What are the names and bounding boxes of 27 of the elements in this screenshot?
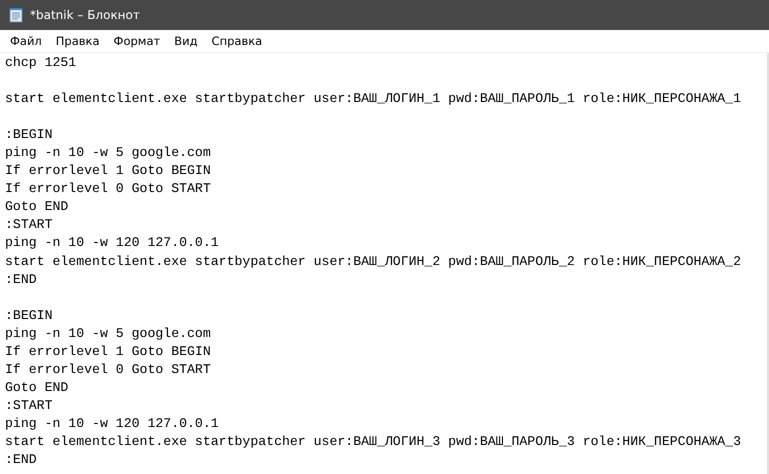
- code-line: start elementclient.exe startbypatcher user:ВАШ_ЛОГИН_1 pwd:ВАШ_ПАРОЛЬ_1 role:НИК_ПЕРСОНАЖА_1: [5, 90, 741, 108]
- menu-item[interactable]: Правка: [48, 32, 107, 50]
- menu-item[interactable]: Справка: [204, 32, 270, 50]
- code-line: chcp 1251: [5, 54, 76, 72]
- code-line: ping -n 10 -w 5 google.com: [5, 144, 211, 162]
- code-line: If errorlevel 1 Goto BEGIN: [5, 342, 211, 361]
- menu-item[interactable]: Вид: [167, 32, 205, 50]
- window-title: *batnik – Блокнот: [30, 8, 140, 22]
- code-line: :START: [5, 216, 52, 234]
- code-line: ping -n 10 -w 5 google.com: [5, 324, 211, 343]
- code-line: :BEGIN: [5, 126, 52, 144]
- code-line: start elementclient.exe startbypatcher user:ВАШ_ЛОГИН_2 pwd:ВАШ_ПАРОЛЬ_2 role:НИК_ПЕРСОНАЖА_2: [5, 252, 741, 271]
- notepad-icon: [9, 7, 23, 23]
- code-line: Goto END: [5, 198, 68, 216]
- menu-item[interactable]: Формат: [106, 32, 168, 50]
- code-line: :START: [5, 396, 52, 415]
- code-line: :END: [5, 451, 37, 470]
- code-line: If errorlevel 0 Goto START: [5, 360, 211, 379]
- code-line: start elementclient.exe startbypatcher user:ВАШ_ЛОГИН_3 pwd:ВАШ_ПАРОЛЬ_3 role:НИК_ПЕРСОНАЖА_3: [5, 432, 741, 451]
- code-line: Goto END: [5, 378, 68, 397]
- code-line: :BEGIN: [5, 306, 52, 325]
- menu-item[interactable]: Файл: [3, 32, 49, 50]
- code-line: :END: [5, 270, 37, 289]
- code-line: ping -n 10 -w 120 127.0.0.1: [5, 414, 219, 433]
- code-line: If errorlevel 0 Goto START: [5, 180, 211, 198]
- code-line: ping -n 10 -w 120 127.0.0.1: [5, 234, 219, 252]
- code-line: If errorlevel 1 Goto BEGIN: [5, 162, 211, 180]
